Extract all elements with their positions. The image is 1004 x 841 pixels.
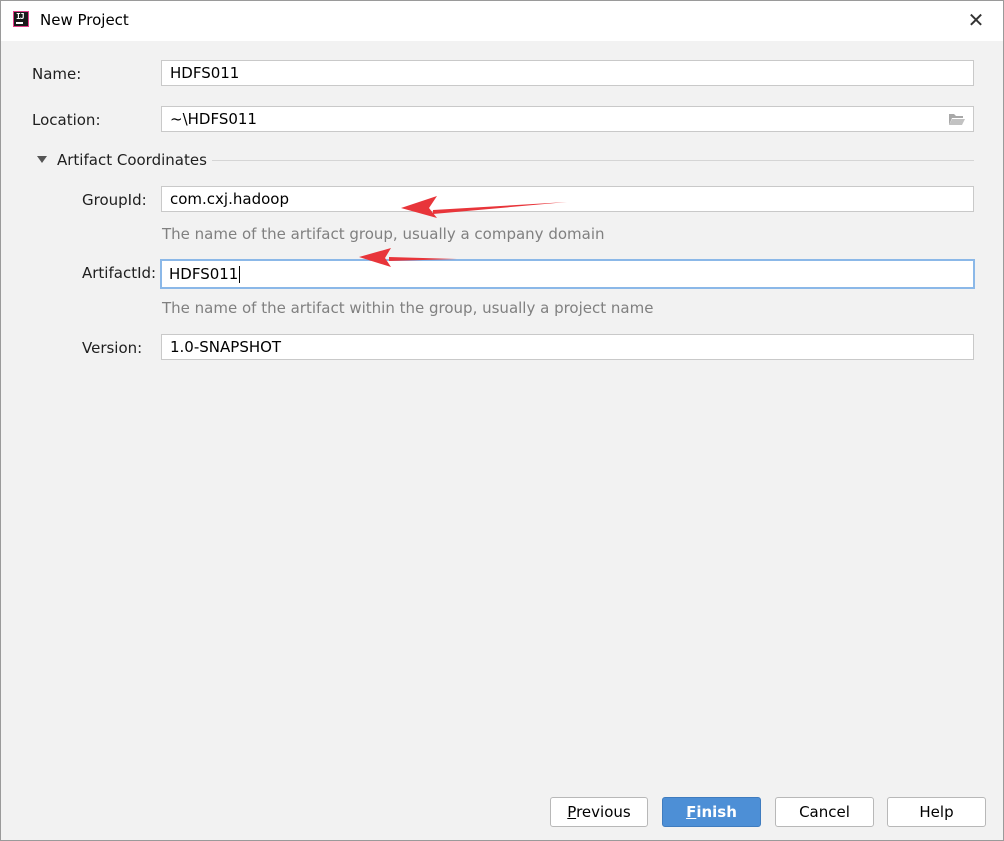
window-title: New Project xyxy=(40,11,129,29)
intellij-app-icon: IJ xyxy=(13,11,29,27)
name-input[interactable]: HDFS011 xyxy=(161,60,974,86)
artifact-coordinates-toggle[interactable]: Artifact Coordinates xyxy=(57,151,207,169)
cancel-button[interactable]: Cancel xyxy=(775,797,874,827)
previous-button[interactable]: Previous xyxy=(550,797,648,827)
close-button[interactable]: ✕ xyxy=(963,7,989,33)
location-input[interactable]: ~\HDFS011 xyxy=(161,106,974,132)
new-project-dialog: IJ New Project ✕ Name: HDFS011 Location:… xyxy=(0,0,1004,841)
previous-label: revious xyxy=(576,803,631,821)
finish-mnemonic: F xyxy=(686,803,697,821)
location-input-value: ~\HDFS011 xyxy=(170,110,257,128)
location-label: Location: xyxy=(32,111,101,129)
finish-label: inish xyxy=(696,803,737,821)
text-caret xyxy=(239,266,241,283)
collapse-triangle-icon[interactable] xyxy=(37,156,47,163)
groupid-input-value: com.cxj.hadoop xyxy=(170,190,289,208)
artifactid-label: ArtifactId: xyxy=(82,264,157,282)
previous-mnemonic: P xyxy=(567,803,577,821)
section-divider xyxy=(212,160,974,161)
name-label: Name: xyxy=(32,65,82,83)
title-bar: IJ New Project ✕ xyxy=(1,1,1003,41)
version-input[interactable]: 1.0-SNAPSHOT xyxy=(161,334,974,360)
groupid-label: GroupId: xyxy=(82,191,147,209)
help-button[interactable]: Help xyxy=(887,797,986,827)
browse-folder-icon[interactable] xyxy=(948,112,966,126)
artifactid-input[interactable]: HDFS011 xyxy=(160,259,975,289)
artifactid-input-value: HDFS011 xyxy=(169,265,239,283)
artifactid-hint: The name of the artifact within the grou… xyxy=(162,299,654,317)
groupid-hint: The name of the artifact group, usually … xyxy=(162,225,605,243)
groupid-input[interactable]: com.cxj.hadoop xyxy=(161,186,974,212)
finish-button[interactable]: Finish xyxy=(662,797,761,827)
version-label: Version: xyxy=(82,339,143,357)
name-input-value: HDFS011 xyxy=(170,64,240,82)
version-input-value: 1.0-SNAPSHOT xyxy=(170,338,282,356)
